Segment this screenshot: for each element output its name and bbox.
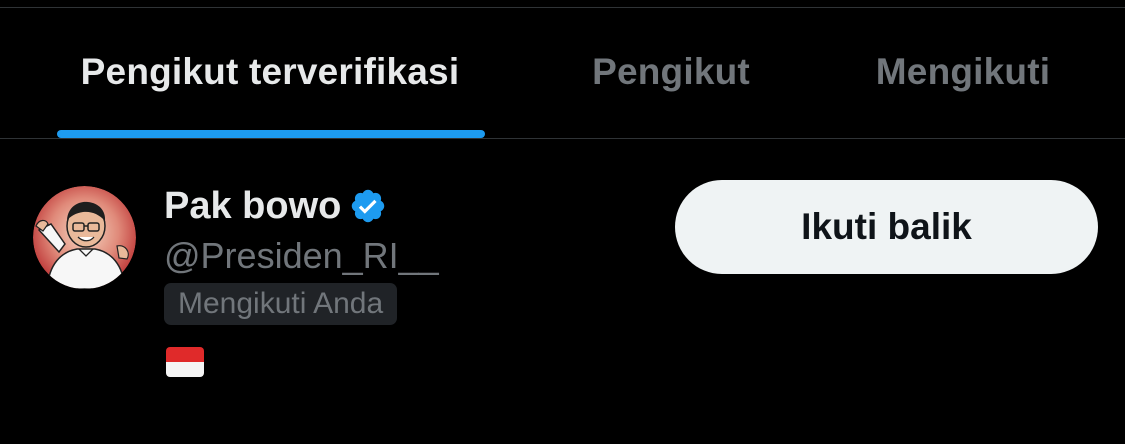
tab-verified-followers[interactable]: Pengikut terverifikasi <box>40 8 500 138</box>
user-bio <box>164 347 439 387</box>
follows-you-badge: Mengikuti Anda <box>164 283 398 325</box>
active-tab-indicator <box>57 130 485 138</box>
tab-label: Pengikut <box>592 51 750 92</box>
user-list-item[interactable]: Pak bowo @Presiden_RI__ Mengikuti Anda I… <box>0 139 1125 444</box>
tab-label: Mengikuti <box>875 51 1051 92</box>
verified-badge-icon[interactable] <box>349 187 387 225</box>
user-info: Pak bowo @Presiden_RI__ Mengikuti Anda <box>164 181 439 387</box>
tab-followers[interactable]: Pengikut <box>560 8 782 138</box>
tab-following[interactable]: Mengikuti <box>845 8 1081 138</box>
profile-caricature-avatar-icon <box>33 186 136 289</box>
avatar[interactable] <box>33 186 136 289</box>
indonesia-flag-icon <box>166 347 204 377</box>
tab-label: Pengikut terverifikasi <box>80 51 460 92</box>
follower-tabs: Pengikut terverifikasi Pengikut Mengikut… <box>0 8 1125 138</box>
follow-back-button[interactable]: Ikuti balik <box>675 180 1098 274</box>
name-line: Pak bowo <box>164 181 439 231</box>
display-name[interactable]: Pak bowo <box>164 185 341 228</box>
user-handle[interactable]: @Presiden_RI__ <box>164 233 439 279</box>
